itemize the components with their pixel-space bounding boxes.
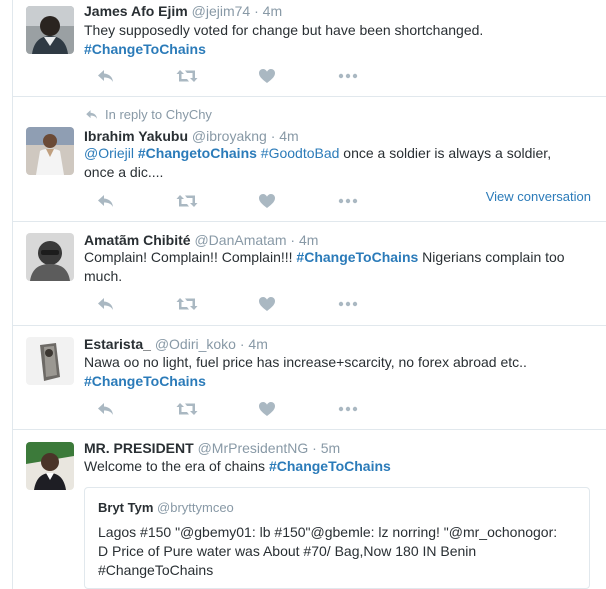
hashtag-link[interactable]: #ChangeToChains — [84, 373, 206, 389]
retweet-icon[interactable] — [176, 67, 196, 85]
tweet-text-body: Complain! Complain!! Complain!!! — [84, 249, 297, 265]
reply-context-label: In reply to ChyChy — [105, 107, 212, 122]
reply-icon[interactable] — [96, 400, 116, 418]
more-icon[interactable] — [337, 295, 357, 313]
tweet-header: Amatãm Chibité @DanAmatam · 4m — [84, 232, 318, 248]
tweet[interactable]: In reply to ChyChy Ibrahim Yakubu @ibroy… — [13, 97, 606, 222]
hashtag-link[interactable]: #ChangetoChains — [138, 145, 257, 161]
tweet-text-body: Nawa oo no light, fuel price has increas… — [84, 354, 527, 370]
mention-link[interactable]: @Oriejil — [84, 145, 134, 161]
tweet[interactable]: MR. PRESIDENT @MrPresidentNG · 5m Welcom… — [13, 430, 606, 589]
tweet-header: MR. PRESIDENT @MrPresidentNG · 5m — [84, 440, 340, 456]
reply-context[interactable]: In reply to ChyChy — [84, 107, 212, 124]
tweet-timestamp[interactable]: · 4m — [271, 128, 299, 144]
tweet[interactable]: Amatãm Chibité @DanAmatam · 4m Complain!… — [13, 222, 606, 326]
quoted-text-line: #ChangeToChains — [98, 562, 214, 578]
like-icon[interactable] — [258, 67, 278, 85]
tweet-header: James Afo Ejim @jejim74 · 4m — [84, 3, 282, 19]
quoted-tweet[interactable]: Bryt Tym @bryttymceo Lagos #150 "@gbemy0… — [84, 487, 590, 589]
like-icon[interactable] — [258, 295, 278, 313]
reply-icon[interactable] — [96, 295, 116, 313]
author-name[interactable]: Amatãm Chibité — [84, 232, 191, 248]
author-username[interactable]: @DanAmatam — [194, 232, 286, 248]
tweet-text: Complain! Complain!! Complain!!! #Change… — [84, 248, 589, 286]
tweet[interactable]: Estarista_ @Odiri_koko · 4m Nawa oo no l… — [13, 326, 606, 430]
retweet-icon[interactable] — [176, 295, 196, 313]
quoted-tweet-header: Bryt Tym @bryttymceo — [98, 500, 234, 515]
author-name[interactable]: Ibrahim Yakubu — [84, 128, 188, 144]
tweet-text: Nawa oo no light, fuel price has increas… — [84, 353, 589, 391]
like-icon[interactable] — [258, 192, 278, 210]
tweet-timestamp[interactable]: · 4m — [240, 336, 268, 352]
tweet-timestamp[interactable]: · 4m — [290, 232, 318, 248]
author-name[interactable]: Estarista_ — [84, 336, 151, 352]
hashtag-link[interactable]: #GoodtoBad — [261, 145, 340, 161]
quoted-author-username[interactable]: @bryttymceo — [157, 500, 234, 515]
more-icon[interactable] — [337, 67, 357, 85]
author-username[interactable]: @MrPresidentNG — [198, 440, 309, 456]
view-conversation-link[interactable]: View conversation — [486, 189, 591, 204]
tweet-text: Welcome to the era of chains #ChangeToCh… — [84, 457, 589, 476]
like-icon[interactable] — [258, 400, 278, 418]
author-name[interactable]: James Afo Ejim — [84, 3, 188, 19]
avatar[interactable] — [26, 337, 74, 385]
tweet-text: @Oriejil #ChangetoChains #GoodtoBad once… — [84, 144, 589, 182]
tweet-header: Estarista_ @Odiri_koko · 4m — [84, 336, 268, 352]
timeline-stream: James Afo Ejim @jejim74 · 4m They suppos… — [12, 0, 606, 589]
tweet-text-body: once a soldier is always a soldier, — [339, 145, 552, 161]
quoted-text-line: D Price of Pure water was About #70/ Bag… — [98, 543, 477, 559]
retweet-icon[interactable] — [176, 400, 196, 418]
avatar[interactable] — [26, 442, 74, 490]
tweet-text-body: once a dic.... — [84, 164, 164, 180]
more-icon[interactable] — [337, 400, 357, 418]
quoted-author-name[interactable]: Bryt Tym — [98, 500, 153, 515]
tweet-header: Ibrahim Yakubu @ibroyakng · 4m — [84, 128, 299, 144]
tweet-text-body: They supposedly voted for change but hav… — [84, 22, 484, 38]
tweet-timestamp[interactable]: · 4m — [254, 3, 282, 19]
retweet-icon[interactable] — [176, 192, 196, 210]
hashtag-link[interactable]: #ChangeToChains — [269, 458, 391, 474]
hashtag-link[interactable]: #ChangeToChains — [84, 41, 206, 57]
quoted-tweet-text: Lagos #150 "@gbemy01: lb #150"@gbemle: l… — [98, 523, 578, 580]
tweet-text-body: Welcome to the era of chains — [84, 458, 269, 474]
quoted-text-line: Lagos #150 "@gbemy01: lb #150"@gbemle: l… — [98, 524, 558, 540]
tweet-text: They supposedly voted for change but hav… — [84, 21, 589, 59]
hashtag-link[interactable]: #ChangeToChains — [296, 249, 418, 265]
tweet[interactable]: James Afo Ejim @jejim74 · 4m They suppos… — [13, 0, 606, 97]
reply-context-icon — [84, 108, 100, 124]
tweet-text-body: much. — [84, 268, 123, 284]
reply-icon[interactable] — [96, 67, 116, 85]
author-username[interactable]: @ibroyakng — [192, 128, 267, 144]
more-icon[interactable] — [337, 192, 357, 210]
author-name[interactable]: MR. PRESIDENT — [84, 440, 194, 456]
author-username[interactable]: @Odiri_koko — [155, 336, 236, 352]
author-username[interactable]: @jejim74 — [192, 3, 251, 19]
avatar[interactable] — [26, 127, 74, 175]
tweet-timestamp[interactable]: · 5m — [312, 440, 340, 456]
avatar[interactable] — [26, 6, 74, 54]
avatar[interactable] — [26, 233, 74, 281]
reply-icon[interactable] — [96, 192, 116, 210]
tweet-text-body: Nigerians complain too — [418, 249, 565, 265]
